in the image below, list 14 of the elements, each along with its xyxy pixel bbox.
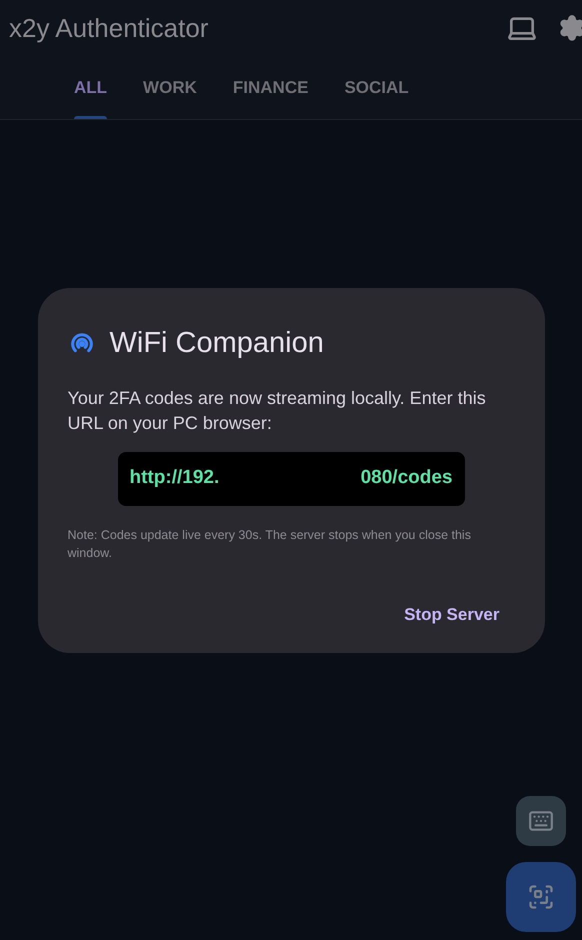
category-tab[interactable]: WORK (125, 56, 215, 119)
dialog-title: WiFi Companion (110, 326, 324, 361)
app-title: x2y Authenticator (9, 12, 210, 44)
keyboard-button[interactable] (516, 796, 566, 846)
qr-scan-icon (527, 883, 555, 911)
dialog-message: Your 2FA codes are now streaming locally. Enter this URL on your PC browser: (68, 386, 487, 435)
stop-server-button[interactable]: Stop Server (404, 602, 500, 627)
scan-qr-button[interactable] (506, 862, 576, 932)
tab-indicator (74, 116, 108, 119)
category-tab[interactable]: SOCIAL (326, 56, 427, 119)
category-tab[interactable]: FINANCE (214, 56, 326, 119)
note-text: Note: Codes update live every 30s. The server stops when you close this window. (68, 526, 472, 562)
url-display: http://192. 080/codes (118, 452, 464, 506)
category-tab[interactable]: ALL (56, 56, 126, 119)
